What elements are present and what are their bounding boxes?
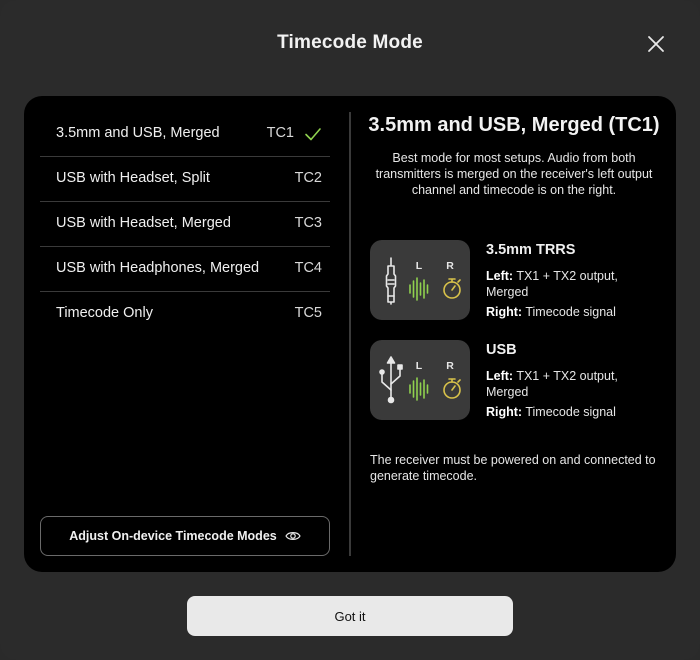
connection-left-channel: Left: TX1 + TX2 output, Merged [486,269,618,299]
waveform-icon [409,277,429,301]
eye-icon [285,532,301,540]
mode-code: TC2 [294,170,322,186]
connection-right-channel: Right: Timecode signal [486,405,616,419]
dialog-title: Timecode Mode [277,32,423,53]
panel-divider [349,112,351,556]
got-it-button[interactable]: Got it [187,596,513,636]
detail-note: The receiver must be powered on and conn… [370,453,656,483]
adjust-button-label: Adjust On-device Timecode Modes [69,529,277,543]
mode-list: 3.5mm and USB, Merged TC1 USB with Heads… [40,112,330,337]
usb-icon [379,356,403,404]
mode-code: TC4 [294,260,322,276]
mode-label: Timecode Only [56,305,153,321]
mode-item-tc4[interactable]: USB with Headphones, Merged TC4 [40,247,330,292]
audio-jack-icon [385,257,397,305]
waveform-icon [409,377,429,401]
connection-left-channel: Left: TX1 + TX2 output, Merged [486,369,618,399]
mode-item-tc1[interactable]: 3.5mm and USB, Merged TC1 [40,112,330,157]
mode-code: TC1 [266,125,294,141]
stopwatch-icon [443,378,461,399]
mode-panel: 3.5mm and USB, Merged TC1 USB with Heads… [24,96,676,572]
mode-label: USB with Headphones, Merged [56,260,260,276]
timecode-mode-dialog: Timecode Mode 3.5mm and USB, Merged TC1 … [0,0,700,660]
connection-right-channel: Right: Timecode signal [486,305,616,319]
mode-code: TC5 [294,305,322,321]
mode-item-tc3[interactable]: USB with Headset, Merged TC3 [40,202,330,247]
channel-l-label: L [416,260,423,272]
stopwatch-icon [443,278,461,299]
connection-tile: L R [370,340,470,420]
connection-trrs: L R 3.5mm TRRS Left: TX1 + TX2 output, M… [370,240,660,320]
channel-r-label: R [446,260,454,272]
detail-description: Best mode for most setups. Audio from bo… [375,151,653,197]
channel-l-label: L [416,360,423,372]
detail-title: 3.5mm and USB, Merged (TC1) [368,114,660,136]
checkmark-icon [305,128,321,141]
mode-detail: 3.5mm and USB, Merged (TC1) Best mode fo… [364,112,664,198]
mode-label: 3.5mm and USB, Merged [56,125,220,141]
mode-item-tc2[interactable]: USB with Headset, Split TC2 [40,157,330,202]
mode-item-tc5[interactable]: Timecode Only TC5 [40,292,330,337]
connection-tile: L R [370,240,470,320]
mode-label: USB with Headset, Split [56,170,210,186]
channel-r-label: R [446,360,454,372]
connection-usb: L R USB Left: TX1 + TX2 output, Merged R… [370,340,660,420]
connection-name: USB [486,342,517,358]
mode-label: USB with Headset, Merged [56,215,231,231]
mode-code: TC3 [294,215,322,231]
close-icon[interactable] [644,32,668,56]
adjust-timecode-modes-button[interactable]: Adjust On-device Timecode Modes [40,516,330,556]
connection-name: 3.5mm TRRS [486,242,576,258]
